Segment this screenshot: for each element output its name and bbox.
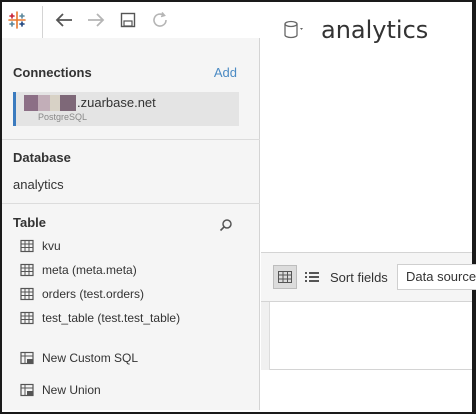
table-icon xyxy=(20,263,34,277)
toolbar-separator xyxy=(42,6,43,38)
datasource-dropdown[interactable] xyxy=(283,20,309,45)
add-connection-link[interactable]: Add xyxy=(214,65,237,80)
table-icon xyxy=(20,311,34,325)
connections-title: Connections xyxy=(13,65,92,80)
table-label: meta (meta.meta) xyxy=(42,263,137,277)
table-label: kvu xyxy=(42,239,61,253)
new-custom-sql-label: New Custom SQL xyxy=(42,351,139,365)
data-grid xyxy=(261,302,472,370)
sort-fields-label: Sort fields xyxy=(330,270,388,285)
table-list-item[interactable]: orders (test.orders) xyxy=(20,284,144,304)
grid-view-button[interactable] xyxy=(273,265,297,289)
new-custom-sql-item[interactable]: New Custom SQL xyxy=(20,348,138,368)
bottom-area xyxy=(261,370,472,410)
redacted-block xyxy=(50,95,60,111)
database-icon xyxy=(284,20,298,39)
redacted-block xyxy=(60,95,76,111)
section-divider xyxy=(2,139,260,140)
list-view-button[interactable] xyxy=(300,265,324,289)
section-divider xyxy=(2,203,260,204)
table-icon xyxy=(20,287,34,301)
save-icon[interactable] xyxy=(116,8,140,32)
connection-item[interactable]: .zuarbase.net PostgreSQL xyxy=(13,92,239,126)
main-canvas: analytics Sort fields Data source order xyxy=(261,2,476,410)
tableau-logo-icon[interactable] xyxy=(5,8,29,32)
table-list-item[interactable]: test_table (test.test_table) xyxy=(20,308,180,328)
table-title: Table xyxy=(13,215,46,230)
union-icon xyxy=(20,383,34,397)
table-list-item[interactable]: meta (meta.meta) xyxy=(20,260,137,280)
data-source-left-panel: Connections Add .zuarbase.net PostgreSQL… xyxy=(2,38,260,410)
table-list-item[interactable]: kvu xyxy=(20,236,61,256)
table-icon xyxy=(20,239,34,253)
sort-fields-select[interactable]: Data source order xyxy=(397,264,476,290)
table-label: orders (test.orders) xyxy=(42,287,145,301)
refresh-icon[interactable] xyxy=(148,8,172,32)
toolbar xyxy=(2,2,260,38)
back-arrow-icon[interactable] xyxy=(52,8,76,32)
table-label: test_table (test.test_table) xyxy=(42,311,181,325)
new-union-item[interactable]: New Union xyxy=(20,380,101,400)
redacted-block xyxy=(24,95,38,111)
custom-sql-icon xyxy=(20,351,34,365)
connection-type: PostgreSQL xyxy=(38,112,88,122)
forward-arrow-icon[interactable] xyxy=(84,8,108,32)
new-union-label: New Union xyxy=(42,383,101,397)
row-header-gutter xyxy=(261,302,270,370)
database-select[interactable]: analytics xyxy=(13,177,64,192)
database-title: Database xyxy=(13,150,71,165)
redacted-block xyxy=(38,95,50,111)
datasource-title[interactable]: analytics xyxy=(321,16,428,44)
data-grid-toolbar: Sort fields Data source order xyxy=(261,252,476,302)
connection-host: .zuarbase.net xyxy=(77,95,156,110)
search-icon[interactable] xyxy=(219,218,233,232)
